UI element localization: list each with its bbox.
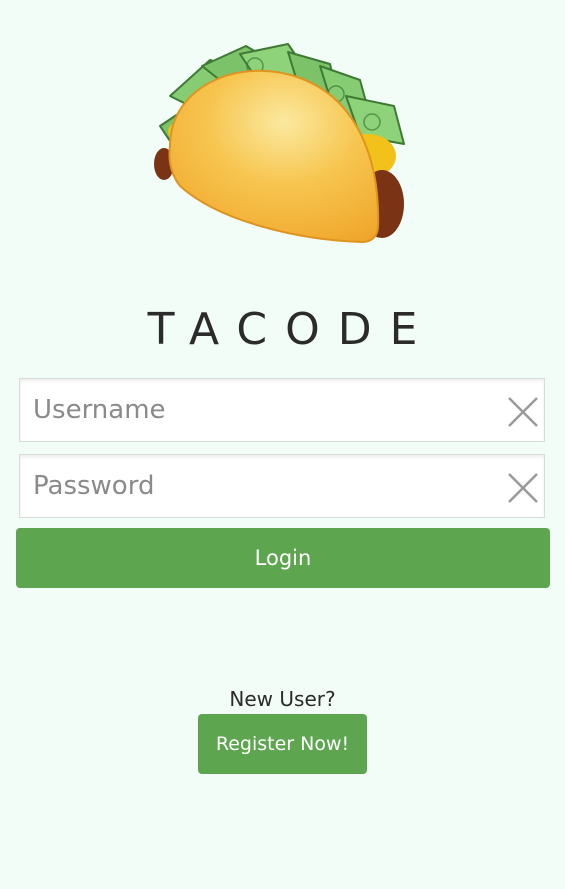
clear-x-icon[interactable] [506,471,540,505]
register-button[interactable]: Register Now! [198,714,367,774]
password-input[interactable] [33,455,493,517]
new-user-prompt: New User? [229,687,336,711]
taco-logo-icon [154,43,405,244]
clear-x-icon[interactable] [506,395,540,429]
username-field[interactable] [19,378,545,442]
password-field[interactable] [19,454,545,518]
login-button[interactable]: Login [16,528,550,588]
username-input[interactable] [33,379,493,441]
app-title: TACODE [147,304,436,355]
